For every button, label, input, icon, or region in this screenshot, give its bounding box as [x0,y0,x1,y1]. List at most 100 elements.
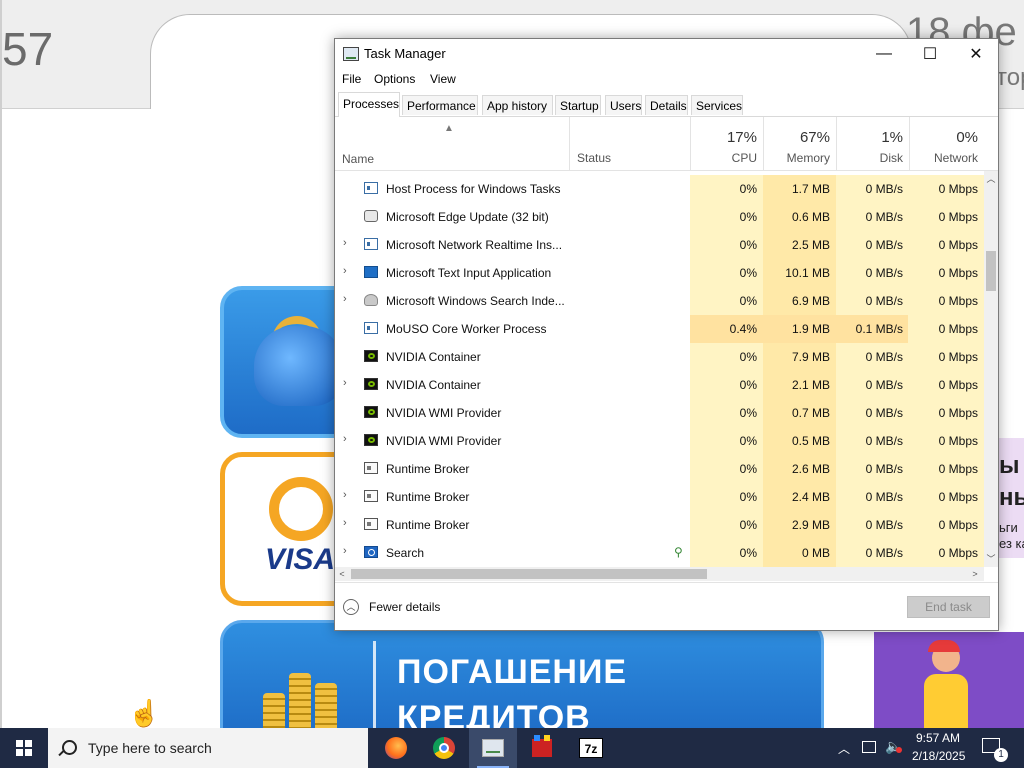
process-row[interactable]: › NVIDIA Container 0% 2.1 MB 0 MB/s 0 Mbps [335,371,984,399]
tab-strip: Processes Performance App history Startu… [335,92,998,117]
process-row[interactable]: › Search ⚲ 0% 0 MB 0 MB/s 0 Mbps [335,539,984,567]
fewer-details-link[interactable]: Fewer details [369,600,440,614]
clock-time[interactable]: 9:57 AM [916,731,960,745]
tab-users[interactable]: Users [605,95,642,115]
process-row[interactable]: › Microsoft Network Realtime Ins... 0% 2.5 … [335,231,984,259]
column-disk[interactable]: 1% Disk [836,117,909,170]
menu-file[interactable]: File [342,72,361,86]
task-manager-window[interactable]: Task Manager — ☐ ✕ File Options View Pro… [334,38,999,631]
tab-details[interactable]: Details [645,95,688,115]
process-row[interactable]: › Microsoft Text Input Application 0% 10.1 … [335,259,984,287]
expand-chevron-icon[interactable]: › [343,293,347,305]
scroll-right-icon[interactable]: > [968,567,982,581]
start-button[interactable] [0,728,48,768]
expand-chevron-icon[interactable]: › [343,517,347,529]
promo-illustration[interactable] [874,632,1024,728]
process-list[interactable]: Host Process for Windows Tasks 0% 1.7 MB 0 … [335,175,984,567]
expand-chevron-icon[interactable]: › [343,489,347,501]
expand-chevron-icon[interactable]: › [343,377,347,389]
process-row[interactable]: Microsoft Edge Update (32 bit) 0% 0.6 MB 0 … [335,203,984,231]
minimize-button[interactable]: — [861,39,907,69]
column-network[interactable]: 0% Network [909,117,984,170]
menu-options[interactable]: Options [374,72,415,86]
horizontal-scroll-thumb[interactable] [351,569,707,579]
process-row[interactable]: › Microsoft Windows Search Inde... 0% 6.9 M… [335,287,984,315]
process-row[interactable]: Host Process for Windows Tasks 0% 1.7 MB 0 … [335,175,984,203]
taskbar-red-app[interactable] [518,728,566,768]
maximize-button[interactable]: ☐ [907,39,953,69]
close-button[interactable]: ✕ [953,39,999,69]
column-name[interactable]: Name [342,152,374,166]
menu-view[interactable]: View [430,72,456,86]
scroll-up-icon[interactable]: ︿ [984,171,998,187]
process-disk: 0 MB/s [865,434,903,448]
process-cpu: 0% [739,294,757,308]
sort-ascending-icon: ▲ [444,123,454,134]
cpu-label: CPU [731,151,757,165]
process-row[interactable]: › Runtime Broker 0% 2.4 MB 0 MB/s 0 Mbps [335,483,984,511]
process-row[interactable]: › NVIDIA WMI Provider 0% 0.5 MB 0 MB/s 0 Mbps [335,427,984,455]
process-memory: 0.7 MB [791,406,830,420]
column-cpu[interactable]: 17% CPU [690,117,763,170]
column-memory[interactable]: 67% Memory [763,117,836,170]
process-disk: 0 MB/s [865,238,903,252]
process-network: 0 Mbps [938,518,978,532]
taskbar-search-box[interactable]: Type here to search [48,728,368,768]
process-row[interactable]: Runtime Broker 0% 2.6 MB 0 MB/s 0 Mbps [335,455,984,483]
vertical-scrollbar[interactable]: ︿ ﹀ [984,171,998,567]
expand-chevron-icon[interactable]: › [343,265,347,277]
process-network: 0 Mbps [938,238,978,252]
task-manager-icon [482,739,504,757]
expand-chevron-icon[interactable]: › [343,237,347,249]
tab-startup[interactable]: Startup [555,95,601,115]
scroll-left-icon[interactable]: < [335,567,349,581]
tab-app-history[interactable]: App history [482,95,553,115]
broker-icon [364,518,378,530]
host-icon [364,182,378,194]
taskbar-firefox[interactable] [371,728,419,768]
chevron-up-circle-icon[interactable]: ︿ [343,599,359,615]
process-disk: 0 MB/s [865,210,903,224]
scroll-down-icon[interactable]: ﹀ [984,551,998,567]
process-cpu: 0% [739,434,757,448]
search-indexer-icon [364,294,378,306]
clock-date[interactable]: 2/18/2025 [912,749,965,763]
loan-repayment-tile[interactable]: ПОГАШЕНИЕ КРЕДИТОВ [220,620,824,728]
process-disk: 0 MB/s [865,182,903,196]
network-icon[interactable] [862,741,876,753]
process-memory: 2.4 MB [791,490,830,504]
nvidia-icon [364,350,378,362]
process-row[interactable]: NVIDIA Container 0% 7.9 MB 0 MB/s 0 Mbps [335,343,984,371]
red-app-icon [532,735,552,757]
process-row[interactable]: NVIDIA WMI Provider 0% 0.7 MB 0 MB/s 0 Mbps [335,399,984,427]
tab-services[interactable]: Services [691,95,743,115]
process-network: 0 Mbps [938,406,978,420]
process-cpu: 0% [739,518,757,532]
horizontal-scrollbar[interactable]: < > [335,567,984,581]
process-network: 0 Mbps [938,434,978,448]
expand-chevron-icon[interactable]: › [343,545,347,557]
expand-chevron-icon[interactable]: › [343,433,347,445]
end-task-button[interactable]: End task [907,596,990,618]
notification-count-badge: 1 [994,748,1008,762]
vertical-scroll-thumb[interactable] [986,251,996,291]
process-cpu: 0% [739,210,757,224]
7zip-icon: 7z [579,738,603,758]
taskbar-task-manager[interactable] [469,728,517,768]
process-row[interactable]: › Runtime Broker 0% 2.9 MB 0 MB/s 0 Mbps [335,511,984,539]
taskbar-7zip[interactable]: 7z [567,728,615,768]
process-row[interactable]: MoUSO Core Worker Process 0.4% 1.9 MB 0.1 M… [335,315,984,343]
process-disk: 0.1 MB/s [855,322,903,336]
tab-processes[interactable]: Processes [338,92,400,117]
process-memory: 0.6 MB [791,210,830,224]
taskbar-chrome[interactable] [420,728,468,768]
process-name: Runtime Broker [386,462,470,476]
column-status-cell[interactable]: Status [569,117,690,170]
show-hidden-icons-icon[interactable]: ︿ [838,740,850,757]
process-disk: 0 MB/s [865,518,903,532]
tab-performance[interactable]: Performance [402,95,478,115]
title-bar[interactable]: Task Manager — ☐ ✕ [335,39,998,69]
promo-banner[interactable]: ыны ьгиез ка [997,438,1024,558]
promo-text: ьгиез ка [999,520,1024,551]
chrome-icon [433,737,455,759]
